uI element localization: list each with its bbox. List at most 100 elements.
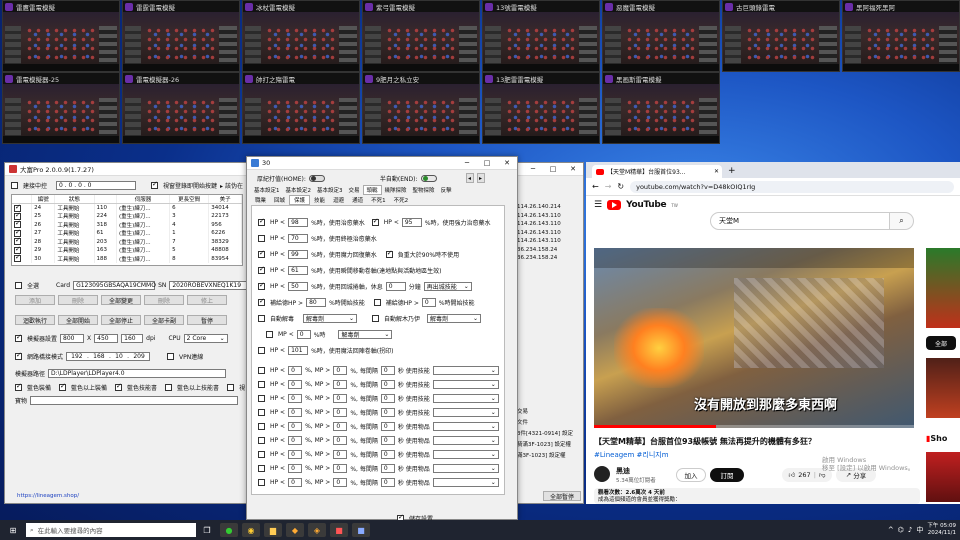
tab-relic[interactable]: 聖物探險	[410, 186, 438, 194]
emulator-tile[interactable]: 雷電模擬器-25	[2, 72, 120, 144]
explorer-icon[interactable]: ▆	[264, 523, 282, 537]
shorts-thumbnail[interactable]	[926, 452, 960, 502]
next-tab-icon[interactable]: ▸	[476, 173, 485, 183]
back-icon[interactable]: ←	[592, 182, 599, 191]
close-icon[interactable]: ✕	[563, 165, 583, 173]
tab-team[interactable]: 幾隊探險	[382, 186, 410, 194]
view-checkbox[interactable]	[227, 384, 235, 391]
combo-sec-field[interactable]: 0	[380, 366, 395, 375]
emulator-tile[interactable]: 雷霆雷電模擬	[122, 0, 240, 72]
blue-book-plus-checkbox[interactable]	[165, 384, 173, 391]
yt-search-input[interactable]: 天堂M	[710, 212, 890, 230]
windows-start-icon[interactable]: ⊞	[2, 523, 24, 537]
emulator-tile[interactable]: 冰杖雷電模擬	[242, 0, 360, 72]
emulator-tile[interactable]: 13肥雷雷電模擬	[482, 72, 600, 144]
tray-chevron-icon[interactable]: ^	[888, 526, 894, 534]
stop-all-button[interactable]: 全部停止	[101, 315, 141, 325]
combo-hp-field[interactable]: 0	[288, 464, 303, 473]
res-height-field[interactable]: 450	[94, 334, 119, 343]
combo-sec-field[interactable]: 0	[380, 450, 395, 459]
network-icon[interactable]: ⌬	[898, 526, 904, 534]
maximize-icon[interactable]: □	[477, 159, 497, 167]
loop-run-button[interactable]: 迴歡執行	[15, 315, 55, 325]
table-row[interactable]: 30工具開始188(重生)練刀...883954	[12, 253, 242, 263]
ime-icon[interactable]: 中	[916, 525, 923, 535]
combo-hp-field[interactable]: 0	[288, 394, 303, 403]
ip-field[interactable]: 0 . 0 . 0 . 0	[56, 181, 137, 190]
bridge-checkbox[interactable]	[15, 351, 22, 360]
emulator-tile[interactable]: 惡魔雷電模擬	[602, 0, 720, 72]
combo-select[interactable]: ⌄	[432, 450, 499, 459]
blue-equip-checkbox[interactable]	[15, 382, 22, 391]
combo-select[interactable]: ⌄	[432, 422, 499, 431]
combo-select[interactable]: ⌄	[432, 366, 499, 375]
combo-row-checkbox[interactable]	[258, 409, 265, 416]
end-toggle[interactable]	[420, 174, 437, 182]
path-field[interactable]: D:\LDPlayer\LDPlayer4.0	[48, 369, 227, 378]
vpn-checkbox[interactable]	[167, 353, 175, 360]
table-row[interactable]: 28工具開始203(重生)練刀...738329	[12, 236, 242, 246]
menu-icon[interactable]: ☰	[594, 200, 602, 210]
prev-tab-icon[interactable]: ◂	[465, 173, 474, 183]
chip-all[interactable]: 全部	[926, 336, 956, 350]
clock-time[interactable]: 下午 05:09	[927, 523, 956, 530]
emulator-tile[interactable]: 雷電模擬器-26	[122, 72, 240, 144]
channel-name[interactable]: 黑迪	[616, 466, 630, 476]
emulator-tile[interactable]: 黑阿福死黑阿	[842, 0, 960, 72]
tab-skill[interactable]: 技能	[310, 196, 329, 204]
change-all-button[interactable]: 全部變更	[101, 295, 141, 305]
combo-select[interactable]: ⌄	[432, 478, 499, 487]
move-up-button[interactable]: 修上	[187, 295, 227, 305]
tab-dodge[interactable]: 迴避	[329, 196, 348, 204]
add-button[interactable]: 添加	[15, 295, 55, 305]
pause-all-button[interactable]: 全部暫停	[543, 491, 581, 501]
side-thumbnail[interactable]	[926, 358, 960, 418]
combo-sec-field[interactable]: 0	[380, 394, 395, 403]
combo-row-checkbox[interactable]	[258, 479, 265, 486]
game-app-icon[interactable]: ■	[352, 523, 370, 537]
card-all-button[interactable]: 全部卡副	[144, 315, 184, 325]
combo-select[interactable]: ⌄	[432, 394, 499, 403]
tab-return[interactable]: 回城	[270, 196, 289, 204]
combo-select[interactable]: ⌄	[432, 436, 499, 445]
combo-row-checkbox[interactable]	[258, 437, 265, 444]
pause-button[interactable]: 暫停	[187, 315, 227, 325]
chrome-icon[interactable]: ◉	[242, 523, 260, 537]
forward-icon[interactable]: →	[605, 182, 612, 191]
home-toggle[interactable]	[308, 174, 325, 182]
table-row[interactable]: 25工具開始224(重生)練刀...322173	[12, 211, 242, 221]
combo-sec-field[interactable]: 0	[380, 464, 395, 473]
channel-avatar[interactable]	[594, 466, 610, 482]
combo-sec-field[interactable]: 0	[380, 380, 395, 389]
window-checkbox[interactable]	[151, 180, 159, 189]
combo-sec-field[interactable]: 0	[380, 478, 395, 487]
combo-sec-field[interactable]: 0	[380, 436, 395, 445]
search-icon[interactable]: ⌕	[890, 212, 914, 230]
combo-hp-field[interactable]: 0	[288, 478, 303, 487]
emulator-tile[interactable]: 9肥月之私立安	[362, 72, 480, 144]
combo-mp-field[interactable]: 0	[333, 422, 348, 431]
combo-hp-field[interactable]: 0	[288, 422, 303, 431]
tab-trade[interactable]: 交易	[346, 186, 363, 194]
sn-field[interactable]: 2020ROBEVXNEQ1K19	[169, 281, 248, 290]
minimize-icon[interactable]: ─	[457, 159, 477, 167]
combo-mp-field[interactable]: 0	[333, 450, 348, 459]
combo-sec-field[interactable]: 0	[380, 408, 395, 417]
bridge-ip-field[interactable]: 192. 168. 10. 209	[66, 352, 151, 361]
description-box[interactable]: 觀看次數：2.6萬次 4 天前 成為這個頻道的會員並獲得獎勵：	[594, 488, 920, 504]
table-row[interactable]: 26工具開始318(重生)練刀...4956	[12, 219, 242, 229]
shop-link[interactable]: https://lineagem.shop/	[17, 493, 79, 499]
res-checkbox[interactable]	[15, 333, 22, 342]
maximize-icon[interactable]: □	[543, 165, 563, 173]
close-icon[interactable]: ✕	[497, 159, 517, 167]
emulator-tile[interactable]: 黑画斯雷電模擬	[602, 72, 720, 144]
connect-checkbox[interactable]	[11, 182, 18, 189]
combo-mp-field[interactable]: 0	[333, 478, 348, 487]
combo-hp-field[interactable]: 0	[288, 408, 303, 417]
taskbar-search[interactable]: ⌕ 在此輸入要搜尋的內容	[26, 523, 196, 537]
combo-mp-field[interactable]: 0	[333, 436, 348, 445]
minimize-icon[interactable]: ─	[523, 165, 543, 173]
video-player[interactable]: 沒有開放到那麼多東西啊	[594, 248, 914, 428]
combo-row-checkbox[interactable]	[258, 381, 265, 388]
new-tab-icon[interactable]: +	[728, 166, 736, 176]
